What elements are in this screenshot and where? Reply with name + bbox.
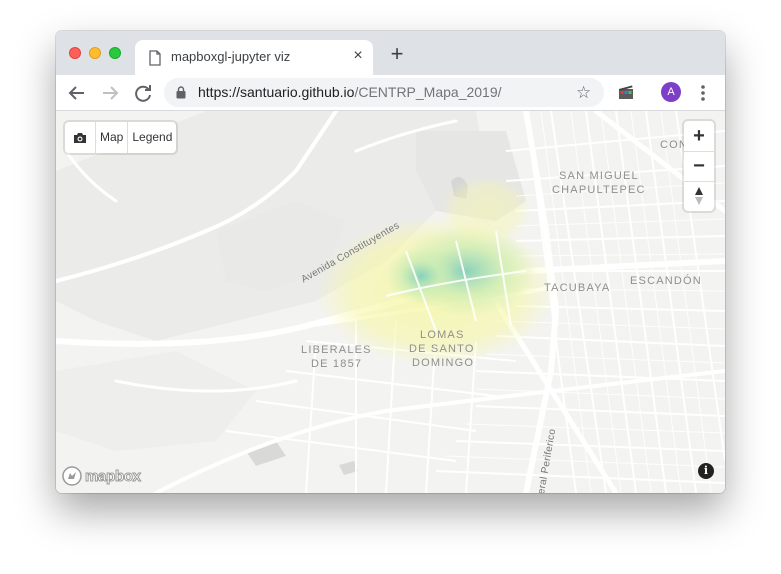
label-lomas: LOMAS (420, 329, 465, 341)
back-icon[interactable] (65, 81, 89, 105)
label-chapultepec: CHAPULTEPEC (552, 184, 646, 196)
label-de-1857: DE 1857 (311, 358, 363, 370)
url-host: https://santuario.github.io (198, 84, 355, 100)
compass-icon (695, 187, 703, 205)
label-san-miguel: SAN MIGUEL (559, 170, 639, 182)
lock-icon (176, 86, 186, 99)
mapbox-logo-text: mapbox (85, 467, 142, 485)
tab-strip: mapboxgl-jupyter viz × + (56, 31, 725, 75)
close-window-button[interactable] (69, 47, 81, 59)
map-canvas[interactable]: SAN MIGUEL CHAPULTEPEC CON TACUBAYA ESCA… (56, 111, 725, 493)
screenshot-button[interactable] (65, 122, 96, 153)
close-tab-button[interactable]: × (349, 46, 367, 66)
url-path: /CENTRP_Mapa_2019/ (354, 84, 502, 100)
zoom-out-button[interactable]: − (684, 151, 714, 181)
attribution-info-button[interactable]: i (698, 463, 714, 479)
browser-tab[interactable]: mapboxgl-jupyter viz × (135, 40, 373, 75)
mapbox-logo[interactable]: mapbox (62, 466, 142, 486)
label-domingo: DOMINGO (412, 357, 475, 369)
address-bar[interactable]: https://santuario.github.io/CENTRP_Mapa_… (164, 78, 604, 107)
reload-icon[interactable] (131, 81, 155, 105)
compass-button[interactable] (684, 181, 714, 211)
zoom-in-button[interactable]: + (684, 121, 714, 151)
map-style-button[interactable]: Map (96, 122, 129, 153)
clapperboard-icon[interactable] (618, 84, 634, 100)
tab-title: mapboxgl-jupyter viz (171, 49, 291, 64)
page-icon (149, 50, 161, 66)
browser-window: mapboxgl-jupyter viz × + https://santuar… (56, 31, 725, 493)
bookmark-star-icon[interactable]: ☆ (576, 83, 591, 103)
map-control-group: Map Legend (65, 122, 177, 153)
label-tacubaya: TACUBAYA (544, 282, 611, 294)
minimize-window-button[interactable] (89, 47, 101, 59)
url-text: https://santuario.github.io/CENTRP_Mapa_… (198, 84, 502, 100)
camera-icon (74, 132, 86, 143)
zoom-control: + − (684, 121, 714, 211)
mapbox-logo-icon (62, 466, 82, 486)
label-de-santo: DE SANTO (409, 343, 475, 355)
label-liberales: LIBERALES (301, 344, 372, 356)
new-tab-button[interactable]: + (386, 43, 408, 65)
profile-avatar[interactable]: A (661, 82, 681, 102)
maximize-window-button[interactable] (109, 47, 121, 59)
menu-dots-icon[interactable] (696, 82, 710, 104)
browser-toolbar: https://santuario.github.io/CENTRP_Mapa_… (56, 75, 725, 111)
forward-icon[interactable] (98, 81, 122, 105)
legend-button[interactable]: Legend (128, 122, 176, 153)
label-escandon: ESCANDÓN (630, 275, 702, 287)
